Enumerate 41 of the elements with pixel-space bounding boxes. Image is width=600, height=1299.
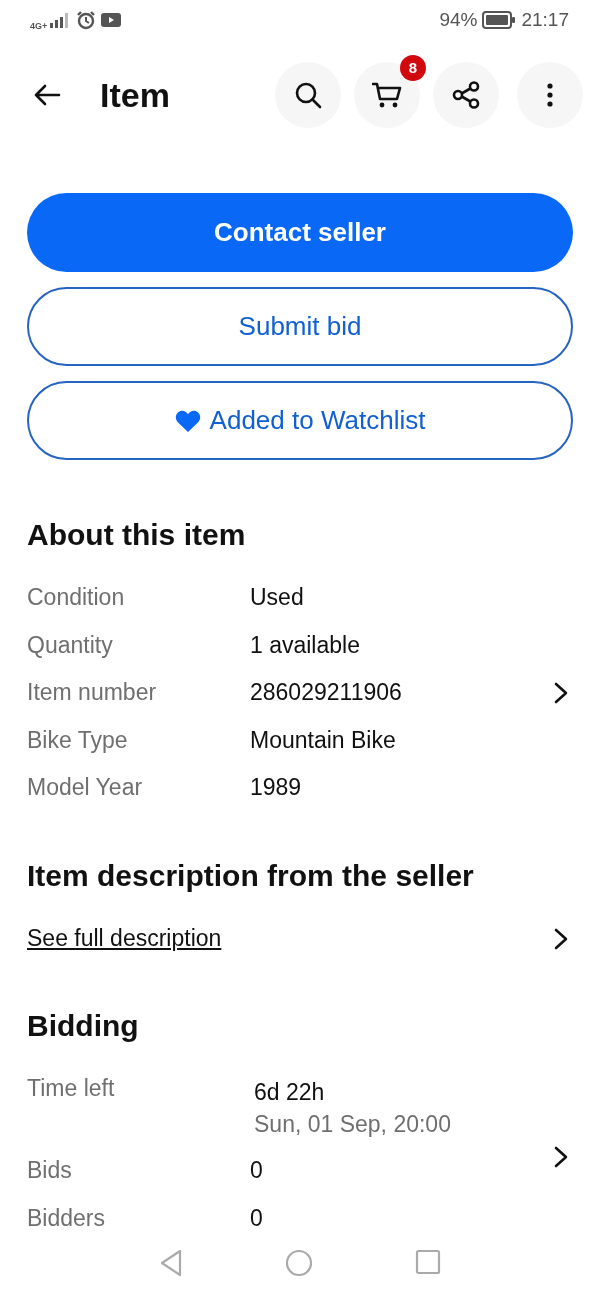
spec-label: Quantity <box>27 631 114 659</box>
spec-label: Model Year <box>27 774 144 802</box>
chevron-right-icon[interactable] <box>553 680 569 705</box>
bidding-value: 6d 22h <box>254 1077 326 1107</box>
bidding-label: Bids <box>27 1157 73 1184</box>
bidding-value: 0 <box>250 1157 264 1184</box>
cart-icon <box>372 81 402 109</box>
search-icon <box>294 81 322 109</box>
spec-value: Mountain Bike <box>250 726 397 754</box>
network-type: 4G+ <box>30 21 48 31</box>
contact-seller-button[interactable]: Contact seller <box>27 193 573 272</box>
chevron-right-icon[interactable] <box>553 1144 569 1169</box>
more-options-icon <box>547 83 553 107</box>
play-icon <box>101 13 122 27</box>
clock-time: 21:17 <box>521 9 569 31</box>
spec-value: Used <box>250 584 305 612</box>
full-description-link[interactable]: See full description <box>27 925 222 952</box>
bidding-label: Time left <box>27 1073 116 1103</box>
spec-label: Condition <box>27 584 126 612</box>
spec-label: Item number <box>27 679 158 707</box>
battery-icon <box>482 11 517 29</box>
alarm-clock-icon <box>76 10 97 30</box>
section-heading: Item description from the seller <box>27 857 475 894</box>
spec-value: 286029211906 <box>250 679 403 707</box>
share-icon <box>452 81 480 109</box>
cart-count-badge: 8 <box>400 55 426 81</box>
spec-value: 1989 <box>250 774 303 802</box>
chevron-right-icon[interactable] <box>553 926 569 951</box>
section-heading: About this item <box>27 517 247 553</box>
submit-bid-button[interactable]: Submit bid <box>27 287 573 366</box>
back-arrow-icon <box>33 83 61 107</box>
bidding-label: Bidders <box>27 1205 106 1232</box>
watchlist-button[interactable]: Added to Watchlist <box>27 381 573 460</box>
page-title: Item <box>100 75 171 115</box>
spec-label: Bike Type <box>27 726 129 754</box>
spec-value: 1 available <box>250 631 361 659</box>
section-heading: Bidding <box>27 1007 140 1044</box>
battery-percent: 94% <box>439 9 478 31</box>
back-button[interactable] <box>33 83 61 107</box>
bidding-value: 0 <box>250 1205 264 1232</box>
end-date: Sun, 01 Sep, 20:00 <box>254 1109 451 1139</box>
